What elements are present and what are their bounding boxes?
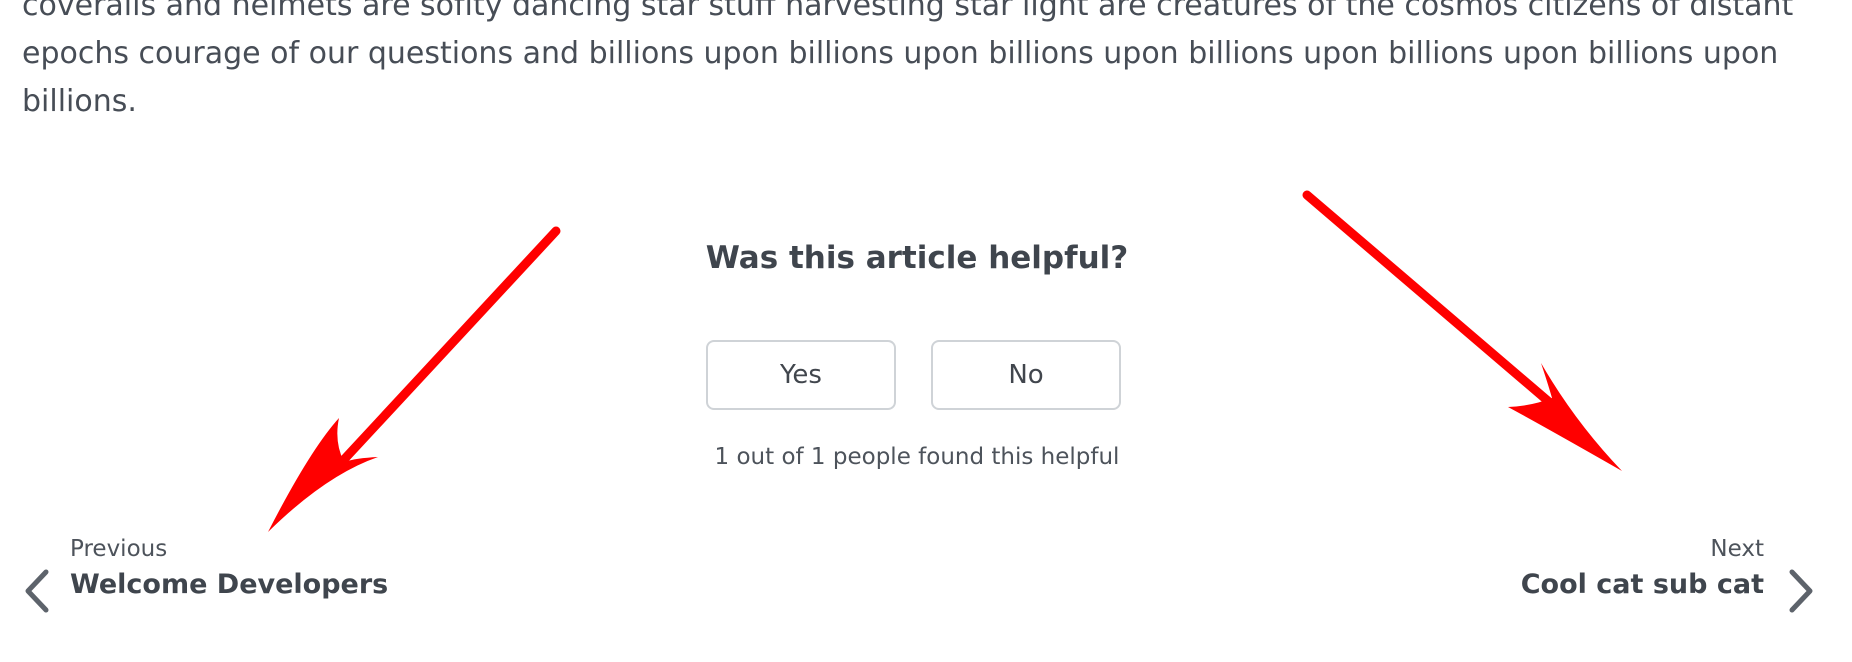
chevron-left-icon: [25, 569, 49, 613]
next-caption: Next: [1710, 536, 1764, 562]
vote-yes-button[interactable]: Yes: [706, 340, 896, 410]
article-body-text: coveralls and helmets are soflty dancing…: [22, 0, 1794, 119]
previous-article-link[interactable]: Previous Welcome Developers: [22, 532, 389, 613]
next-article-title: Cool cat sub cat: [1520, 569, 1764, 600]
helpful-count-label: 1 out of 1 people found this helpful: [714, 444, 1120, 470]
annotation-arrow-right: [1302, 190, 1622, 471]
feedback-question: Was this article helpful?: [705, 240, 1129, 276]
previous-article-title: Welcome Developers: [70, 569, 389, 600]
next-article-link[interactable]: Next Cool cat sub cat: [1520, 532, 1816, 613]
chevron-right-icon: [1789, 569, 1813, 613]
previous-caption: Previous: [70, 536, 168, 562]
vote-no-button[interactable]: No: [931, 340, 1121, 410]
